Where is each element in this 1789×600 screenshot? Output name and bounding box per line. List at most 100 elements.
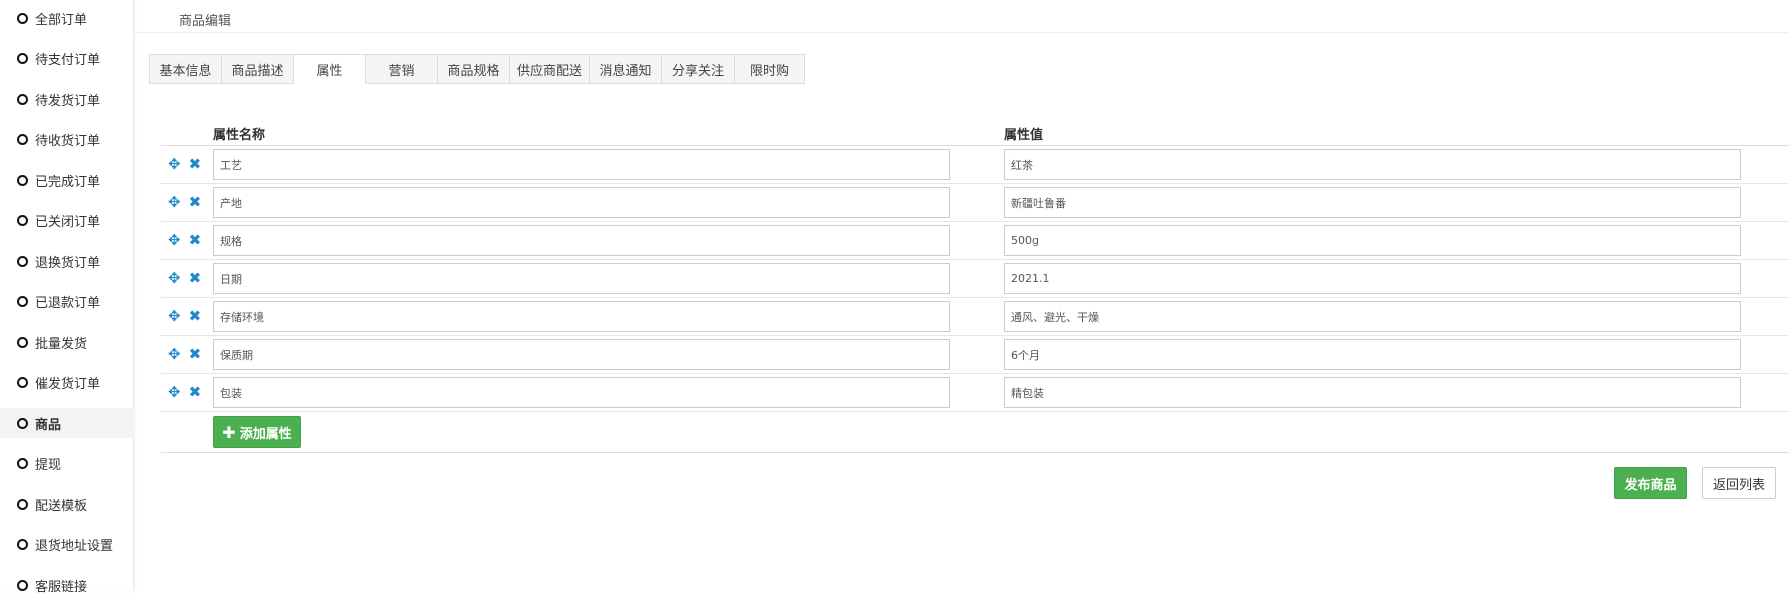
attribute-value-input[interactable] bbox=[1004, 149, 1741, 180]
move-icon[interactable]: ✥ bbox=[168, 270, 181, 286]
circle-icon bbox=[17, 498, 28, 510]
move-icon[interactable]: ✥ bbox=[168, 156, 181, 172]
tab-marketing[interactable]: 营销 bbox=[366, 54, 438, 84]
table-row: ✥ ✖ bbox=[161, 336, 1789, 374]
sidebar-item-return-address[interactable]: 退货地址设置 bbox=[0, 529, 134, 559]
sidebar-item-label: 批量发货 bbox=[35, 336, 88, 352]
sidebar-item-shipping-template[interactable]: 配送模板 bbox=[0, 489, 134, 519]
sidebar-item-label: 待支付订单 bbox=[35, 52, 101, 68]
attribute-value-input[interactable] bbox=[1004, 187, 1741, 218]
circle-icon bbox=[17, 417, 28, 429]
divider bbox=[135, 32, 1789, 33]
circle-icon bbox=[17, 133, 28, 145]
table-row: ✥ ✖ bbox=[161, 260, 1789, 298]
delete-icon[interactable]: ✖ bbox=[189, 346, 202, 362]
circle-icon bbox=[17, 93, 28, 105]
sidebar-item-label: 退货地址设置 bbox=[35, 538, 114, 554]
circle-icon bbox=[17, 579, 28, 591]
tab-notifications[interactable]: 消息通知 bbox=[590, 54, 662, 84]
circle-icon bbox=[17, 295, 28, 307]
attribute-name-input[interactable] bbox=[213, 301, 950, 332]
sidebar-item-batch-ship[interactable]: 批量发货 bbox=[0, 327, 134, 357]
sidebar-item-pending-receipt[interactable]: 待收货订单 bbox=[0, 124, 134, 154]
breadcrumb: 商品编辑 bbox=[179, 14, 232, 29]
add-attribute-label: 添加属性 bbox=[239, 426, 292, 442]
move-icon[interactable]: ✥ bbox=[168, 346, 181, 362]
tab-specs[interactable]: 商品规格 bbox=[438, 54, 510, 84]
sidebar-item-products[interactable]: 商品 bbox=[0, 408, 134, 438]
sidebar-item-label: 已完成订单 bbox=[35, 174, 101, 190]
sidebar-item-completed[interactable]: 已完成订单 bbox=[0, 165, 134, 195]
sidebar-item-all-orders[interactable]: 全部订单 bbox=[0, 3, 134, 33]
circle-icon bbox=[17, 12, 28, 24]
sidebar-item-label: 配送模板 bbox=[35, 498, 88, 514]
sidebar-item-refunded[interactable]: 已退款订单 bbox=[0, 286, 134, 316]
circle-icon bbox=[17, 174, 28, 186]
delete-icon[interactable]: ✖ bbox=[189, 270, 202, 286]
move-icon[interactable]: ✥ bbox=[168, 194, 181, 210]
attribute-value-input[interactable] bbox=[1004, 339, 1741, 370]
table-row: ✥ ✖ bbox=[161, 374, 1789, 412]
circle-icon bbox=[17, 376, 28, 388]
circle-icon bbox=[17, 538, 28, 550]
tab-supplier-delivery[interactable]: 供应商配送 bbox=[510, 54, 590, 84]
attribute-name-input[interactable] bbox=[213, 339, 950, 370]
divider bbox=[161, 452, 1789, 453]
attribute-value-input[interactable] bbox=[1004, 301, 1741, 332]
attributes-table-header: 属性名称 属性值 bbox=[161, 124, 1789, 146]
circle-icon bbox=[17, 336, 28, 348]
table-row: ✥ ✖ bbox=[161, 184, 1789, 222]
sidebar-item-pending-payment[interactable]: 待支付订单 bbox=[0, 43, 134, 73]
tab-basic-info[interactable]: 基本信息 bbox=[149, 54, 222, 84]
move-icon[interactable]: ✥ bbox=[168, 384, 181, 400]
sidebar-item-support-link[interactable]: 客服链接 bbox=[0, 570, 134, 600]
sidebar-item-label: 退换货订单 bbox=[35, 255, 101, 271]
delete-icon[interactable]: ✖ bbox=[189, 194, 202, 210]
attribute-name-input[interactable] bbox=[213, 225, 950, 256]
sidebar-item-label: 催发货订单 bbox=[35, 376, 101, 392]
sidebar-item-label: 提现 bbox=[35, 457, 62, 473]
table-row: ✥ ✖ bbox=[161, 222, 1789, 260]
table-row: ✥ ✖ bbox=[161, 298, 1789, 336]
delete-icon[interactable]: ✖ bbox=[189, 308, 202, 324]
column-header-value: 属性值 bbox=[1004, 128, 1044, 143]
column-header-name: 属性名称 bbox=[213, 128, 266, 143]
sidebar-item-withdraw[interactable]: 提现 bbox=[0, 448, 134, 478]
attribute-name-input[interactable] bbox=[213, 263, 950, 294]
plus-icon: ✚ bbox=[222, 422, 236, 442]
back-to-list-button[interactable]: 返回列表 bbox=[1702, 467, 1776, 499]
attribute-name-input[interactable] bbox=[213, 149, 950, 180]
circle-icon bbox=[17, 52, 28, 64]
sidebar-item-returns[interactable]: 退换货订单 bbox=[0, 246, 134, 276]
sidebar-item-label: 已关闭订单 bbox=[35, 214, 101, 230]
attribute-name-input[interactable] bbox=[213, 187, 950, 218]
sidebar-item-closed[interactable]: 已关闭订单 bbox=[0, 205, 134, 235]
delete-icon[interactable]: ✖ bbox=[189, 232, 202, 248]
attribute-name-input[interactable] bbox=[213, 377, 950, 408]
delete-icon[interactable]: ✖ bbox=[189, 384, 202, 400]
sidebar-item-label: 待收货订单 bbox=[35, 133, 101, 149]
attribute-value-input[interactable] bbox=[1004, 377, 1741, 408]
tab-description[interactable]: 商品描述 bbox=[222, 54, 294, 84]
publish-button[interactable]: 发布商品 bbox=[1614, 467, 1687, 499]
delete-icon[interactable]: ✖ bbox=[189, 156, 202, 172]
table-row: ✥ ✖ bbox=[161, 146, 1789, 184]
tab-attributes[interactable]: 属性 bbox=[294, 54, 366, 84]
main-content: 商品编辑 基本信息 商品描述 属性 营销 商品规格 供应商配送 消息通知 分享关… bbox=[135, 0, 1789, 591]
attribute-value-input[interactable] bbox=[1004, 225, 1741, 256]
sidebar-item-label: 全部订单 bbox=[35, 12, 88, 28]
sidebar-item-urge-ship[interactable]: 催发货订单 bbox=[0, 367, 134, 397]
sidebar-item-label: 已退款订单 bbox=[35, 295, 101, 311]
add-attribute-button[interactable]: ✚ 添加属性 bbox=[213, 416, 301, 448]
circle-icon bbox=[17, 214, 28, 226]
tab-share[interactable]: 分享关注 bbox=[662, 54, 735, 84]
move-icon[interactable]: ✥ bbox=[168, 232, 181, 248]
tab-flash-sale[interactable]: 限时购 bbox=[735, 54, 805, 84]
circle-icon bbox=[17, 457, 28, 469]
move-icon[interactable]: ✥ bbox=[168, 308, 181, 324]
sidebar-item-pending-shipment[interactable]: 待发货订单 bbox=[0, 84, 134, 114]
sidebar-item-label: 商品 bbox=[35, 417, 62, 433]
attribute-value-input[interactable] bbox=[1004, 263, 1741, 294]
sidebar: 全部订单 待支付订单 待发货订单 待收货订单 已完成订单 已关闭订单 退换货订单… bbox=[0, 0, 134, 595]
tab-bar: 基本信息 商品描述 属性 营销 商品规格 供应商配送 消息通知 分享关注 限时购 bbox=[149, 54, 805, 84]
